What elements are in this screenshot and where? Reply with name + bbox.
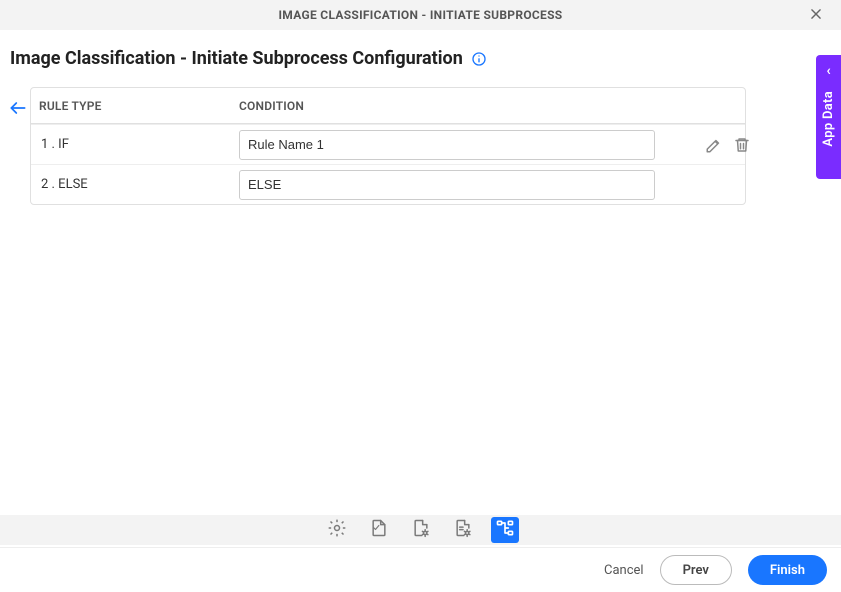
pencil-icon [705, 143, 723, 158]
table-row: 2 . ELSE [31, 164, 745, 204]
step-subprocess[interactable] [491, 517, 519, 543]
app-data-tab[interactable]: ‹ App Data [816, 55, 841, 179]
delete-button[interactable] [733, 136, 751, 154]
titlebar: IMAGE CLASSIFICATION - INITIATE SUBPROCE… [0, 0, 841, 30]
rule-type-label: 1 . IF [39, 137, 239, 152]
step-doc-gear[interactable] [407, 517, 435, 543]
col-header-condition: CONDITION [239, 99, 655, 113]
step-doc-check[interactable] [365, 517, 393, 543]
flow-icon [495, 518, 515, 542]
chevron-left-icon: ‹ [826, 63, 830, 79]
document-gear-icon [411, 518, 431, 542]
wizard-step-bar [0, 515, 841, 545]
table-header-row: RULE TYPE CONDITION [31, 88, 745, 124]
cancel-button[interactable]: Cancel [604, 563, 644, 578]
app-data-label: App Data [821, 91, 836, 147]
condition-input[interactable] [239, 130, 655, 160]
document-check-icon [369, 518, 389, 542]
close-button[interactable] [801, 0, 831, 30]
prev-button[interactable]: Prev [660, 555, 732, 585]
close-icon [809, 7, 823, 24]
table-row: 1 . IF [31, 124, 745, 164]
document-gear-icon [453, 518, 473, 542]
page-header: Image Classification - Initiate Subproce… [0, 30, 841, 87]
col-header-rule-type: RULE TYPE [39, 99, 239, 113]
trash-icon [733, 143, 751, 158]
edit-button[interactable] [705, 136, 723, 154]
step-settings[interactable] [323, 517, 351, 543]
info-icon[interactable] [471, 51, 487, 67]
gear-icon [327, 518, 347, 542]
titlebar-title: IMAGE CLASSIFICATION - INITIATE SUBPROCE… [279, 8, 563, 22]
rules-table: RULE TYPE CONDITION 1 . IF [30, 87, 746, 205]
condition-input[interactable] [239, 170, 655, 200]
page-title: Image Classification - Initiate Subproce… [10, 48, 463, 69]
row-actions [655, 136, 755, 154]
arrow-left-icon [8, 103, 28, 122]
rule-type-label: 2 . ELSE [39, 177, 239, 192]
finish-button[interactable]: Finish [748, 555, 827, 585]
back-button[interactable] [8, 98, 28, 122]
dialog-footer: Cancel Prev Finish [0, 547, 841, 592]
step-doc-gear-2[interactable] [449, 517, 477, 543]
